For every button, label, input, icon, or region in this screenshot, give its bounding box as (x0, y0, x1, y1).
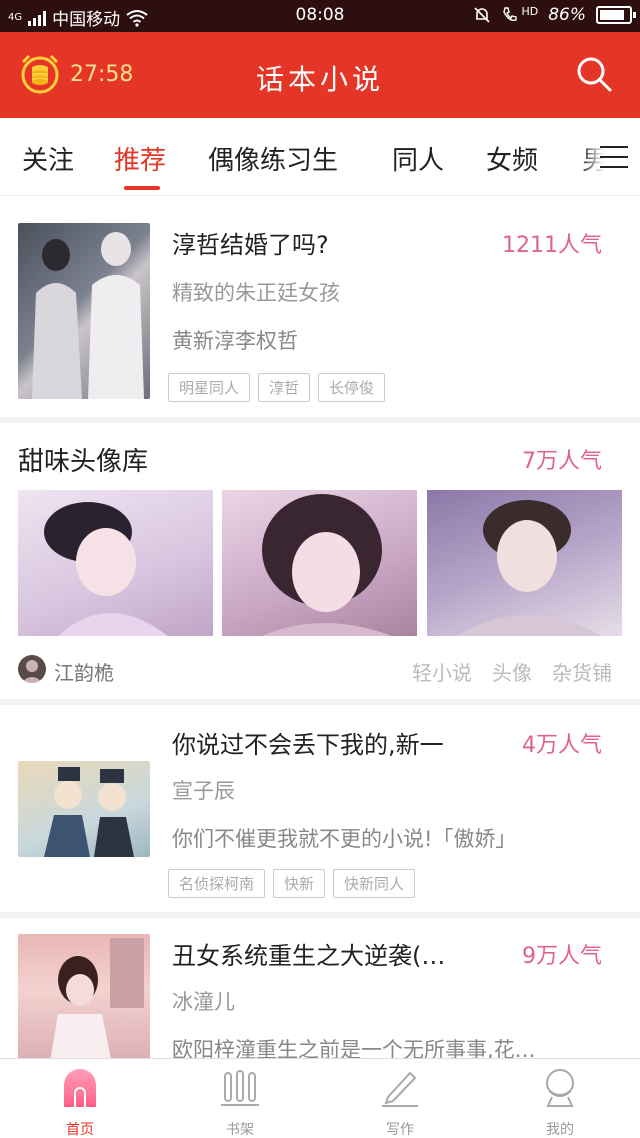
tab-recommend[interactable]: 推荐 (114, 140, 166, 177)
battery-icon (596, 6, 636, 24)
bottom-navigation: 首页 书架 写作 我的 (0, 1058, 640, 1138)
tab-follow[interactable]: 关注 (22, 140, 74, 177)
category-tabs: 关注 推荐 偶像练习生 同人 女频 男 (0, 118, 640, 196)
mute-bell-icon (474, 7, 491, 23)
nav-profile[interactable]: 我的 (500, 1067, 620, 1138)
book-tags: 名侦探柯南 快新 快新同人 (168, 869, 416, 898)
bookshelf-icon (221, 1070, 259, 1106)
popularity-count: 9万人气 (522, 944, 602, 969)
avatar[interactable] (18, 655, 46, 683)
book-author: 精致的朱正廷女孩 (172, 281, 340, 305)
app-title: 话本小说 (255, 63, 384, 96)
popularity-count: 1211人气 (502, 233, 602, 258)
book-title: 淳哲结婚了吗? (172, 231, 329, 259)
hd-label: HD (521, 4, 539, 18)
book-title: 丑女系统重生之大逆袭(… (172, 942, 446, 970)
gallery-title: 甜味头像库 (18, 447, 149, 477)
tag-chip[interactable]: 淳哲 (258, 373, 311, 402)
tag-chip[interactable]: 明星同人 (168, 373, 251, 402)
tag-chip[interactable]: 名侦探柯南 (168, 869, 266, 898)
tag-chip[interactable]: 快新 (273, 869, 326, 898)
pencil-icon (382, 1071, 418, 1107)
gallery-tags: 轻小说 头像 杂货铺 (412, 657, 612, 686)
book-cover-image (18, 761, 150, 857)
gallery-image-2[interactable] (222, 490, 417, 636)
home-icon (64, 1069, 96, 1107)
battery-percent: 86% (548, 5, 586, 25)
tag-chip[interactable]: 长停俊 (318, 373, 386, 402)
book-title: 你说过不会丢下我的,新一 (172, 731, 444, 759)
nav-label: 首页 (66, 1122, 94, 1138)
phone-hd-icon (503, 7, 518, 22)
profile-icon (546, 1069, 574, 1107)
popularity-count: 4万人气 (522, 733, 602, 758)
menu-icon[interactable] (580, 118, 640, 195)
gallery-image-1[interactable] (18, 490, 213, 636)
popularity-count: 7万人气 (522, 449, 602, 474)
book-author: 宣子辰 (172, 779, 235, 803)
book-card[interactable]: 淳哲结婚了吗? 1211人气 精致的朱正廷女孩 黄新淳李权哲 明星同人 淳哲 长… (0, 197, 640, 417)
tab-idol-producer[interactable]: 偶像练习生 (208, 140, 338, 177)
book-tags: 明星同人 淳哲 长停俊 (168, 373, 386, 402)
tag-chip[interactable]: 快新同人 (333, 869, 416, 898)
tab-fanfiction[interactable]: 同人 (392, 140, 444, 177)
nav-label: 写作 (386, 1122, 414, 1138)
search-icon[interactable] (574, 54, 614, 94)
status-bar: 4G 中国移动 08:08 HD 86% (0, 0, 640, 32)
app-header: 27:58 话本小说 (0, 32, 640, 118)
gallery-image-3[interactable] (427, 490, 622, 636)
tag-text[interactable]: 头像 (492, 657, 532, 686)
tab-female[interactable]: 女频 (486, 140, 538, 177)
book-card[interactable]: 丑女系统重生之大逆袭(… 9万人气 冰潼儿 欧阳梓潼重生之前是一个无所事事,花… (0, 918, 640, 1058)
nav-write[interactable]: 写作 (340, 1067, 460, 1138)
nav-label: 书架 (226, 1122, 254, 1138)
book-card[interactable]: 你说过不会丢下我的,新一 4万人气 宣子辰 你们不催更我就不更的小说!「傲娇」 … (0, 705, 640, 910)
nav-home[interactable]: 首页 (20, 1067, 140, 1138)
clock: 08:08 (295, 5, 345, 25)
active-tab-indicator (124, 186, 160, 190)
book-description: 欧阳梓潼重生之前是一个无所事事,花… (172, 1038, 536, 1058)
book-description: 黄新淳李权哲 (172, 329, 298, 353)
book-author: 冰潼儿 (172, 990, 235, 1014)
book-description: 你们不催更我就不更的小说!「傲娇」 (172, 827, 517, 851)
book-cover-image (18, 223, 150, 399)
nav-bookshelf[interactable]: 书架 (180, 1067, 300, 1138)
gallery-user-name[interactable]: 江韵桅 (54, 657, 114, 686)
book-cover-image (18, 934, 150, 1058)
tag-text[interactable]: 杂货铺 (552, 657, 612, 686)
nav-label: 我的 (546, 1122, 574, 1138)
tag-text[interactable]: 轻小说 (412, 657, 472, 686)
